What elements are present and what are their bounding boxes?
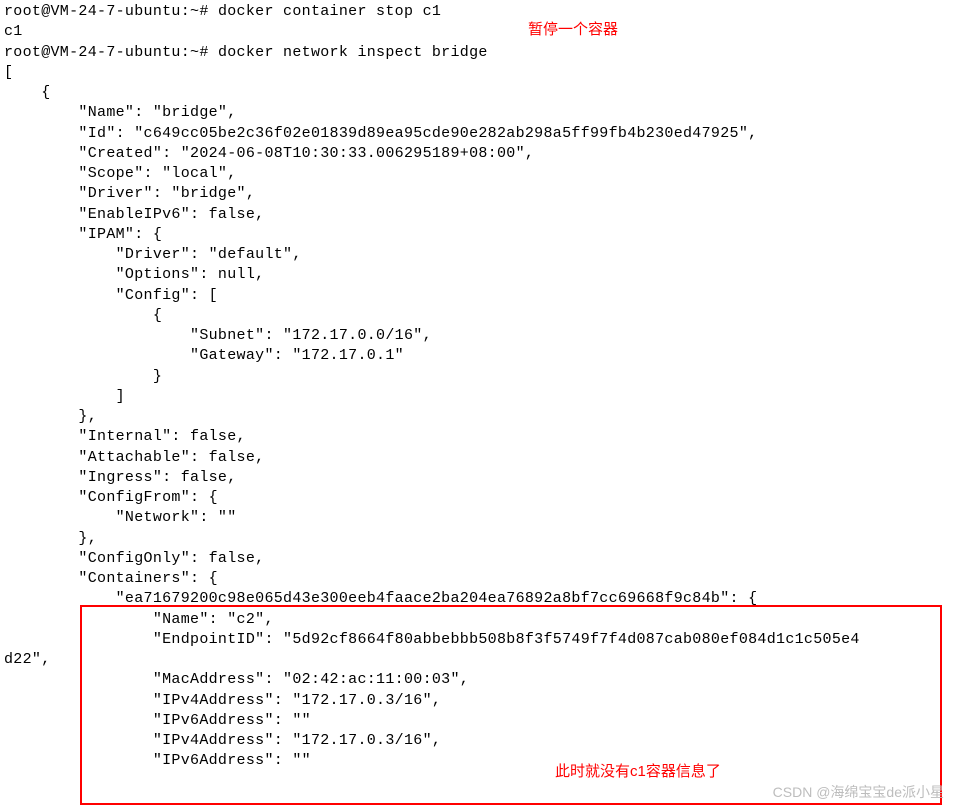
json-line: "Name": "bridge", [4,104,237,121]
json-line: } [4,368,162,385]
json-line: "Id": "c649cc05be2c36f02e01839d89ea95cde… [4,125,757,142]
command-inspect: docker network inspect bridge [218,44,488,61]
json-line: "EnableIPv6": false, [4,206,264,223]
json-line: "EndpointID": "5d92cf8664f80abbebbb508b8… [4,631,860,648]
json-line: "Internal": false, [4,428,246,445]
json-line: "Options": null, [4,266,264,283]
output-line: c1 [4,23,23,40]
json-line: "Network": "" [4,509,237,526]
json-line: "Driver": "default", [4,246,302,263]
json-line: "Scope": "local", [4,165,237,182]
shell-prompt: root@VM-24-7-ubuntu:~# [4,44,218,61]
json-line: "IPv6Address": "" [4,712,311,729]
json-line: "ea71679200c98e065d43e300eeb4faace2ba204… [4,590,757,607]
json-line: "MacAddress": "02:42:ac:11:00:03", [4,671,469,688]
shell-prompt: root@VM-24-7-ubuntu:~# [4,3,218,20]
annotation-stop-container: 暂停一个容器 [528,18,618,39]
json-line: "Name": "c2", [4,611,274,628]
json-line: "Config": [ [4,287,218,304]
csdn-watermark: CSDN @海绵宝宝de派小星 [773,782,944,802]
json-line: "Containers": { [4,570,218,587]
command-stop: docker container stop c1 [218,3,441,20]
json-line: "Ingress": false, [4,469,237,486]
json-line: "IPv4Address": "172.17.0.3/16", [4,692,441,709]
json-line: "Driver": "bridge", [4,185,255,202]
terminal-output[interactable]: root@VM-24-7-ubuntu:~# docker container … [0,0,956,774]
json-line: }, [4,408,97,425]
json-line: "IPv6Address": "" [4,752,311,769]
json-line: [ [4,64,13,81]
json-line: { [4,84,51,101]
json-line: ] [4,388,125,405]
json-line: "Created": "2024-06-08T10:30:33.00629518… [4,145,534,162]
json-line: "ConfigFrom": { [4,489,218,506]
annotation-no-c1: 此时就没有c1容器信息了 [555,760,721,781]
json-line: "IPAM": { [4,226,162,243]
json-line: "ConfigOnly": false, [4,550,264,567]
json-line: "IPv4Address": "172.17.0.3/16", [4,732,441,749]
json-line-wrap: d22", [4,651,51,668]
json-line: "Gateway": "172.17.0.1" [4,347,404,364]
json-line: }, [4,530,97,547]
json-line: { [4,307,162,324]
json-line: "Subnet": "172.17.0.0/16", [4,327,432,344]
json-line: "Attachable": false, [4,449,264,466]
